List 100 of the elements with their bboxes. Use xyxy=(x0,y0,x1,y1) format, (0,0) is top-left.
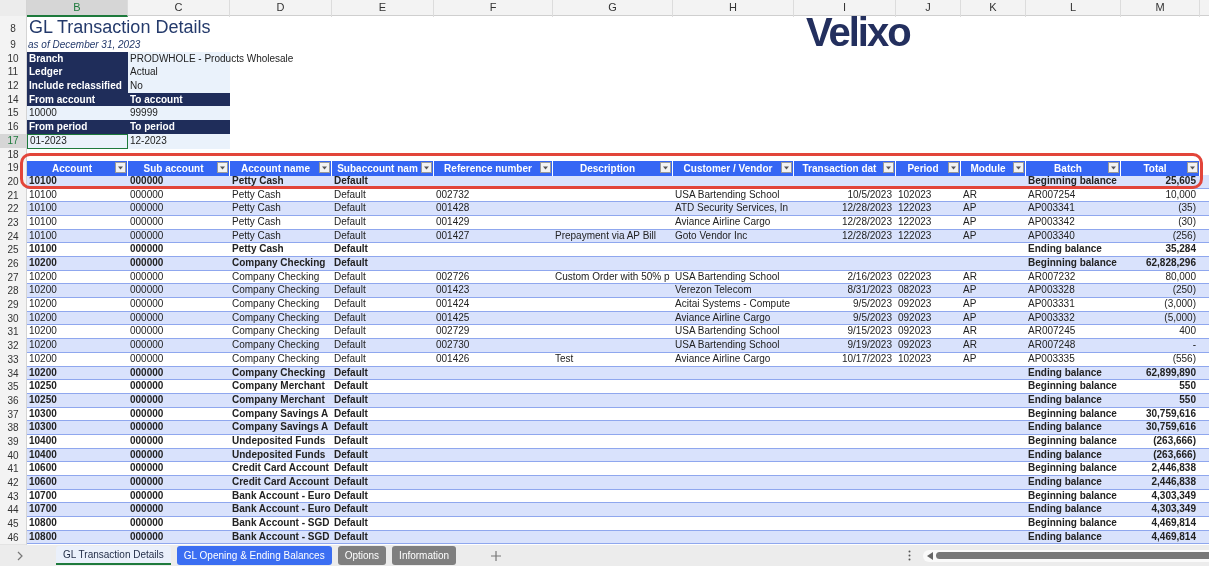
table-cell: Company Checking xyxy=(232,352,320,364)
sheet-tab[interactable]: GL Opening & Ending Balances xyxy=(176,546,332,565)
column-header[interactable]: I xyxy=(794,0,896,17)
row-number: 9 xyxy=(0,38,27,53)
table-cell: Default xyxy=(334,229,366,241)
table-cell: Petty Cash xyxy=(232,202,281,214)
table-cell: 000000 xyxy=(130,489,164,501)
column-header[interactable]: M xyxy=(1121,0,1200,17)
column-header[interactable]: C xyxy=(128,0,230,17)
table-cell: Custom Order with 50% p xyxy=(555,270,670,282)
table-cell: - xyxy=(1192,339,1196,351)
sheet-tab[interactable]: Options xyxy=(337,546,387,565)
table-cell: 10600 xyxy=(29,476,57,487)
table-cell: 4,303,349 xyxy=(1151,503,1196,515)
table-cell: Default xyxy=(334,380,368,392)
table-cell: Company Checking xyxy=(232,284,320,296)
table-header[interactable]: Transaction dat xyxy=(794,161,896,176)
table-cell: 10100 xyxy=(29,229,57,241)
column-header[interactable]: E xyxy=(332,0,434,17)
table-cell: 4,469,814 xyxy=(1151,530,1196,542)
table-cell: 001429 xyxy=(436,215,470,227)
column-header[interactable]: L xyxy=(1026,0,1121,17)
table-cell: 000000 xyxy=(130,174,164,186)
column-header[interactable]: K xyxy=(961,0,1026,17)
table-header[interactable]: Description xyxy=(553,161,673,176)
column-header[interactable]: D xyxy=(230,0,332,17)
table-header[interactable]: Total xyxy=(1121,161,1200,176)
table-cell: Beginning balance xyxy=(1028,517,1117,529)
table-header[interactable]: Account name xyxy=(230,161,332,176)
table-cell: AR007248 xyxy=(1028,339,1076,351)
table-cell: Test xyxy=(555,352,574,364)
column-header[interactable]: B xyxy=(27,0,128,17)
sheet-tab[interactable]: Information xyxy=(392,546,457,565)
more-icon[interactable] xyxy=(908,550,911,561)
filter-button[interactable] xyxy=(115,162,126,174)
table-cell: Petty Cash xyxy=(232,188,281,200)
table-cell: 002729 xyxy=(436,325,470,337)
column-header[interactable]: J xyxy=(896,0,961,17)
table-header[interactable]: Sub account xyxy=(128,161,230,176)
table-cell: Bank Account - SGD xyxy=(232,517,330,529)
scrollbar-thumb[interactable] xyxy=(936,552,1209,559)
table-cell: Ending balance xyxy=(1028,421,1102,433)
filter-button[interactable] xyxy=(319,162,330,174)
table-cell: 000000 xyxy=(130,298,164,310)
filter-button[interactable] xyxy=(1187,162,1198,174)
table-cell: 10/5/2023 xyxy=(847,188,892,200)
column-header[interactable]: F xyxy=(434,0,553,17)
column-header[interactable]: G xyxy=(553,0,673,17)
table-header[interactable]: Module xyxy=(961,161,1026,176)
table-cell: AR xyxy=(963,325,977,337)
table-cell: Bank Account - Euro xyxy=(232,489,331,501)
table-cell: Default xyxy=(334,215,366,227)
row-number: 26 xyxy=(0,257,27,272)
table-cell: 10800 xyxy=(29,517,57,529)
filter-button[interactable] xyxy=(217,162,228,174)
add-sheet-icon[interactable] xyxy=(491,550,502,561)
scroll-left-icon[interactable] xyxy=(927,551,933,560)
filter-button[interactable] xyxy=(883,162,894,174)
table-cell: (30) xyxy=(1178,215,1196,227)
table-cell: AP xyxy=(963,352,977,364)
table-cell: Aviance Airline Cargo xyxy=(675,352,771,364)
row-number: 8 xyxy=(0,16,27,38)
table-header[interactable]: Reference number xyxy=(434,161,553,176)
filter-button[interactable] xyxy=(660,162,671,174)
parameter-label: Include reclassified xyxy=(27,79,128,94)
table-cell: 25,605 xyxy=(1165,174,1196,186)
filter-button[interactable] xyxy=(1013,162,1024,174)
table-cell: AR xyxy=(963,339,977,351)
table-cell: AP xyxy=(963,298,977,310)
table-cell: Beginning balance xyxy=(1028,434,1117,446)
table-cell: Default xyxy=(334,270,366,282)
filter-button[interactable] xyxy=(540,162,551,174)
table-header[interactable]: Customer / Vendor xyxy=(673,161,794,176)
table-header[interactable]: Account xyxy=(27,161,128,176)
table-header[interactable]: Period xyxy=(896,161,961,176)
horizontal-scrollbar[interactable] xyxy=(923,549,1209,562)
table-header[interactable]: Batch xyxy=(1026,161,1121,176)
table-cell: Default xyxy=(334,284,366,296)
table-cell: 000000 xyxy=(130,202,164,214)
table-header[interactable]: Subaccount nam xyxy=(332,161,434,176)
table-cell: 9/5/2023 xyxy=(853,298,892,310)
table-cell: 000000 xyxy=(130,215,164,227)
table-cell: Default xyxy=(334,393,368,405)
table-cell: ATD Security Services, In xyxy=(675,202,789,214)
table-cell: Ending balance xyxy=(1028,448,1102,460)
table-cell: 2,446,838 xyxy=(1151,476,1196,487)
chevron-right-icon[interactable] xyxy=(16,550,24,561)
filter-button[interactable] xyxy=(421,162,432,174)
table-cell: Ending balance xyxy=(1028,530,1102,542)
table-cell: 10200 xyxy=(29,284,57,296)
filter-button[interactable] xyxy=(948,162,959,174)
sheet-tab[interactable]: GL Transaction Details xyxy=(56,546,171,565)
table-cell: AP003332 xyxy=(1028,311,1075,323)
table-cell: 10100 xyxy=(29,243,57,255)
filter-button[interactable] xyxy=(781,162,792,174)
table-cell: 35,284 xyxy=(1165,243,1196,255)
column-header[interactable]: H xyxy=(673,0,794,17)
filter-button[interactable] xyxy=(1108,162,1119,174)
table-cell: 000000 xyxy=(130,530,164,542)
table-cell: 10800 xyxy=(29,530,57,542)
